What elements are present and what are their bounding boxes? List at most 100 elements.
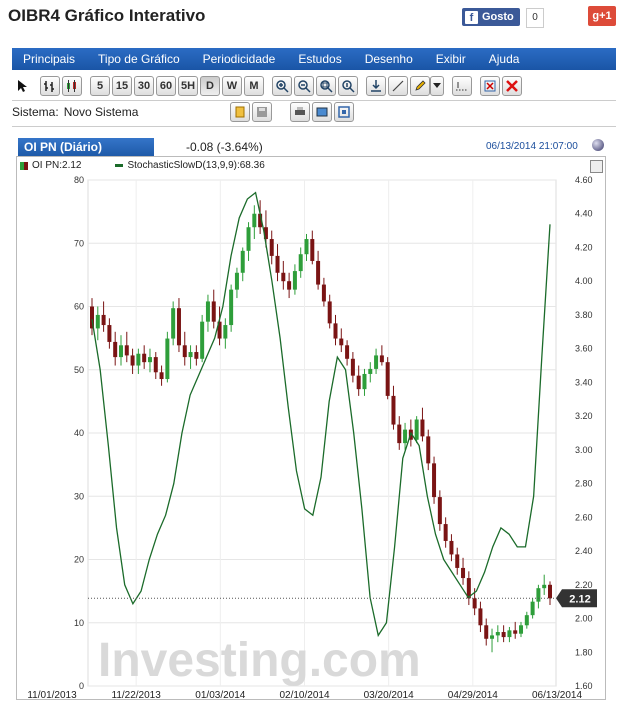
x-tick-label: 04/29/2014	[448, 690, 498, 701]
candle-body	[182, 345, 187, 358]
x-tick-label: 11/01/2013	[27, 690, 77, 701]
candle-body	[478, 608, 483, 626]
candle-body	[432, 463, 437, 498]
candle-body	[159, 372, 164, 380]
candle-body	[501, 632, 506, 638]
candle-body	[350, 358, 355, 376]
candle-body	[524, 615, 529, 626]
candle-body	[292, 271, 297, 290]
candle-body	[426, 436, 431, 464]
last-price-label: 2.12	[569, 593, 590, 605]
right-tick-label: 3.00	[575, 445, 593, 455]
candle-body	[142, 353, 147, 363]
candle-body	[414, 419, 419, 440]
candle-body	[368, 368, 373, 374]
candle-body	[356, 375, 361, 390]
right-tick-label: 3.20	[575, 411, 593, 421]
candle-body	[107, 325, 112, 342]
candle-body	[252, 213, 257, 228]
candle-body	[310, 239, 315, 261]
candle-body	[472, 598, 477, 609]
candle-body	[403, 429, 408, 444]
right-tick-label: 3.60	[575, 344, 593, 354]
right-tick-label: 2.60	[575, 512, 593, 522]
candle-body	[124, 345, 129, 356]
right-tick-label: 2.00	[575, 614, 593, 624]
candle-body	[113, 341, 118, 358]
candle-body	[234, 272, 239, 290]
candle-body	[490, 635, 495, 639]
candle-body	[136, 353, 141, 366]
candle-body	[437, 497, 442, 525]
price-legend-swatch-icon	[20, 161, 28, 170]
left-tick-label: 20	[74, 555, 84, 565]
right-tick-label: 2.20	[575, 580, 593, 590]
candle-body	[194, 352, 199, 359]
candle-body	[420, 419, 425, 437]
candle-body	[298, 254, 303, 272]
candle-body	[548, 584, 552, 599]
candle-body	[507, 630, 512, 638]
candle-body	[333, 323, 338, 339]
candle-body	[130, 355, 135, 366]
right-tick-label: 4.20	[575, 242, 593, 252]
left-tick-label: 80	[74, 175, 84, 185]
left-tick-label: 50	[74, 365, 84, 375]
right-tick-label: 3.40	[575, 377, 593, 387]
right-tick-label: 1.80	[575, 647, 593, 657]
candle-body	[275, 255, 280, 273]
candle-body	[449, 540, 454, 555]
candle-body	[345, 345, 350, 359]
candle-body	[304, 239, 309, 255]
price-chart[interactable]: 010203040506070801.601.802.002.202.402.6…	[0, 0, 629, 712]
candle-body	[246, 227, 251, 251]
candle-body	[495, 632, 500, 636]
minimize-panel-button[interactable]	[590, 160, 603, 173]
candle-body	[229, 289, 234, 326]
candle-body	[513, 630, 518, 634]
candle-body	[211, 301, 216, 322]
candle-body	[374, 355, 379, 369]
left-tick-label: 60	[74, 302, 84, 312]
candle-body	[118, 345, 123, 358]
candle-body	[379, 355, 384, 363]
candle-body	[281, 272, 286, 282]
left-tick-label: 70	[74, 238, 84, 248]
candle-body	[339, 338, 344, 346]
candle-body	[327, 301, 332, 324]
left-tick-label: 30	[74, 491, 84, 501]
candle-body	[443, 524, 448, 541]
candle-body	[200, 321, 205, 359]
candle-body	[287, 281, 292, 290]
candle-body	[101, 314, 106, 326]
x-tick-label: 03/20/2014	[364, 690, 414, 701]
candle-body	[188, 352, 193, 358]
candle-body	[461, 567, 466, 579]
right-tick-label: 4.60	[575, 175, 593, 185]
x-tick-label: 11/22/2013	[112, 690, 162, 701]
right-tick-label: 4.00	[575, 276, 593, 286]
candle-body	[455, 554, 460, 568]
candle-body	[153, 357, 158, 373]
candle-body	[316, 260, 321, 285]
x-tick-label: 02/10/2014	[279, 690, 329, 701]
chart-legend: OI PN:2.12 StochasticSlowD(13,9,9):68.36	[20, 160, 265, 171]
right-tick-label: 3.80	[575, 310, 593, 320]
right-tick-label: 2.80	[575, 479, 593, 489]
candle-body	[223, 325, 228, 339]
candle-body	[397, 424, 402, 444]
candle-body	[484, 625, 489, 639]
candle-body	[536, 588, 541, 602]
left-tick-label: 10	[74, 618, 84, 628]
stochastic-legend-label: StochasticSlowD(13,9,9):68.36	[127, 160, 265, 171]
left-tick-label: 0	[79, 681, 84, 691]
right-tick-label: 2.40	[575, 546, 593, 556]
candle-body	[240, 250, 245, 273]
candle-body	[176, 308, 181, 346]
candle-body	[542, 584, 547, 589]
candle-body	[269, 239, 274, 256]
candle-body	[165, 338, 170, 380]
x-tick-label: 01/03/2014	[195, 690, 245, 701]
candle-body	[321, 284, 326, 302]
candle-body	[530, 601, 535, 616]
